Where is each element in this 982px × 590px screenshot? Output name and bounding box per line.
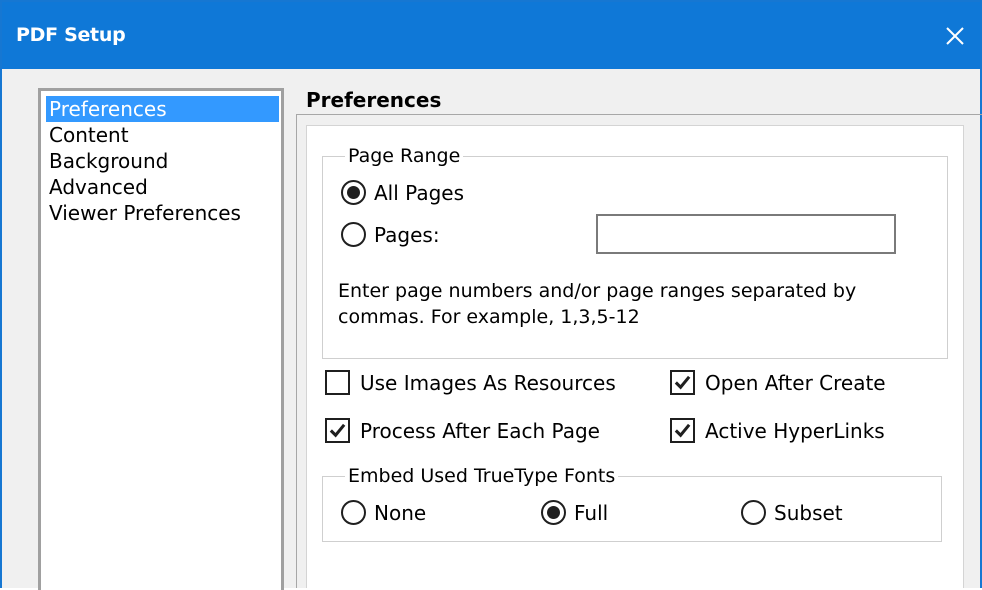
embed-none-option[interactable]: None	[341, 500, 426, 525]
sidebar-item-background[interactable]: Background	[46, 148, 279, 174]
radio-dot-icon	[347, 186, 360, 199]
process-after-each-page-checkbox[interactable]	[325, 418, 350, 443]
use-images-option[interactable]: Use Images As Resources	[325, 370, 616, 395]
sidebar-item-preferences[interactable]: Preferences	[46, 96, 279, 122]
embed-none-radio[interactable]	[341, 500, 366, 525]
embed-full-option[interactable]: Full	[541, 500, 608, 525]
category-list[interactable]: Preferences Content Background Advanced …	[38, 88, 284, 590]
sidebar-item-content[interactable]: Content	[46, 122, 279, 148]
close-icon	[946, 26, 964, 45]
use-images-checkbox[interactable]	[325, 370, 350, 395]
embed-none-label: None	[374, 500, 427, 525]
embed-subset-label: Subset	[774, 500, 843, 525]
embed-subset-option[interactable]: Subset	[741, 500, 843, 525]
title-bar: PDF Setup	[2, 2, 980, 69]
checkmark-icon	[674, 423, 691, 438]
open-after-create-label: Open After Create	[705, 370, 886, 395]
embed-full-label: Full	[574, 500, 609, 525]
open-after-create-option[interactable]: Open After Create	[670, 370, 886, 395]
page-range-helper-text: Enter page numbers and/or page ranges se…	[338, 280, 857, 328]
pages-option[interactable]: Pages:	[341, 222, 440, 247]
process-after-each-page-option[interactable]: Process After Each Page	[325, 418, 600, 443]
page-range-legend: Page Range	[345, 144, 464, 168]
sidebar-item-viewer-preferences[interactable]: Viewer Preferences	[46, 200, 279, 226]
open-after-create-checkbox[interactable]	[670, 370, 695, 395]
all-pages-option[interactable]: All Pages	[341, 180, 464, 205]
pages-label: Pages:	[374, 222, 440, 247]
process-after-each-page-label: Process After Each Page	[360, 418, 600, 443]
all-pages-label: All Pages	[374, 180, 464, 205]
panel-title: Preferences	[306, 88, 442, 112]
radio-dot-icon	[547, 506, 560, 519]
use-images-label: Use Images As Resources	[360, 370, 616, 395]
pages-input[interactable]	[596, 214, 896, 254]
sidebar-item-advanced[interactable]: Advanced	[46, 174, 279, 200]
active-hyperlinks-label: Active HyperLinks	[705, 418, 885, 443]
pages-radio[interactable]	[341, 222, 366, 247]
window-title: PDF Setup	[16, 24, 126, 46]
embed-fonts-legend: Embed Used TrueType Fonts	[345, 464, 619, 488]
embed-subset-radio[interactable]	[741, 500, 766, 525]
checkmark-icon	[674, 375, 691, 390]
active-hyperlinks-checkbox[interactable]	[670, 418, 695, 443]
close-button[interactable]	[930, 2, 980, 69]
checkmark-icon	[329, 423, 346, 438]
embed-full-radio[interactable]	[541, 500, 566, 525]
all-pages-radio[interactable]	[341, 180, 366, 205]
active-hyperlinks-option[interactable]: Active HyperLinks	[670, 418, 885, 443]
